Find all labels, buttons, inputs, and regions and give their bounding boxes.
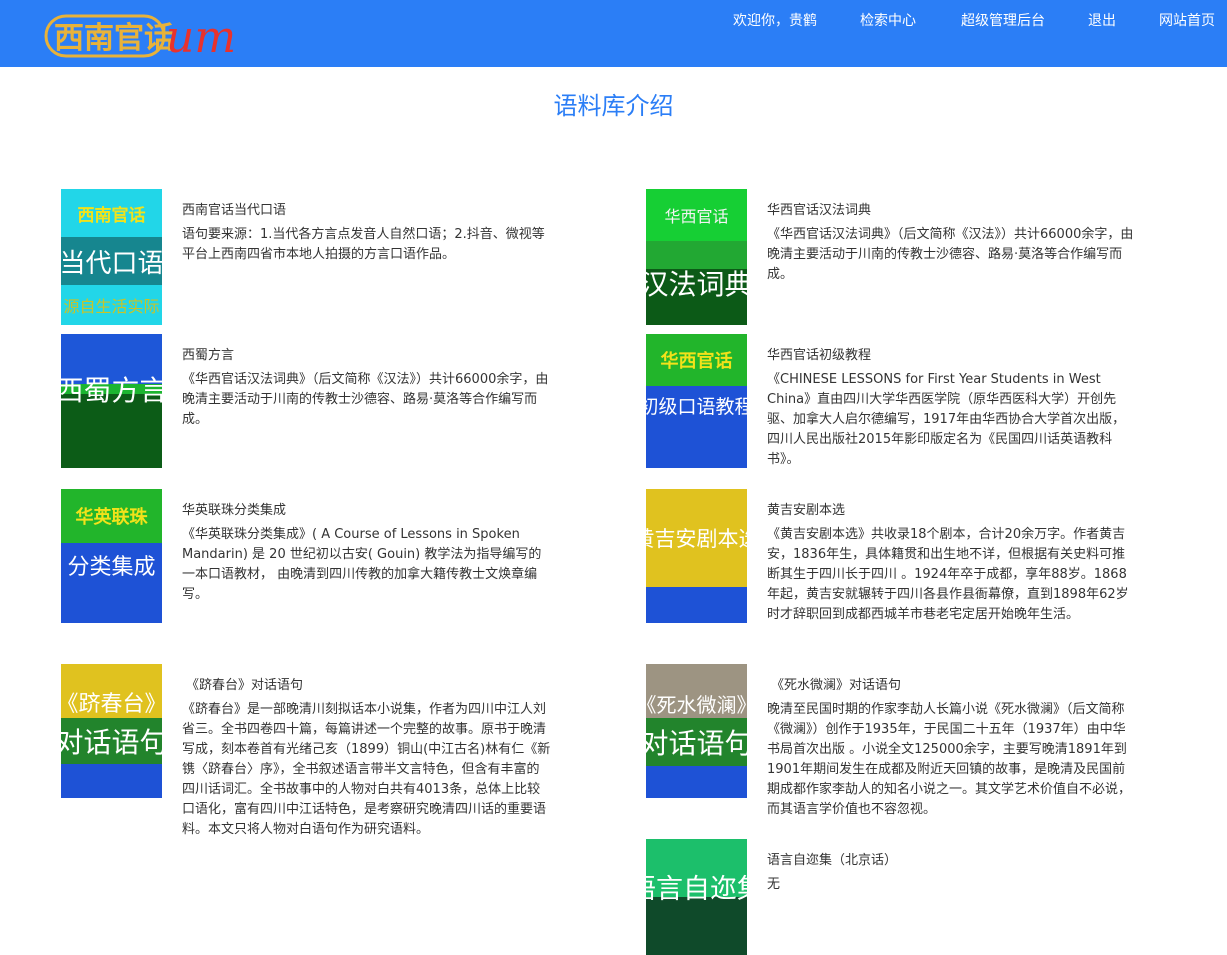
- corpus-description: 《跻春台》是一部晚清川刻拟话本小说集，作者为四川中江人刘省三。全书四卷四十篇，每…: [182, 702, 551, 837]
- corpus-thumbnail[interactable]: 华西官话 汉法词典: [646, 189, 747, 325]
- thumb-line: 初级口语教程: [646, 386, 747, 468]
- nav-welcome-user[interactable]: 欢迎你，贵鹤: [733, 10, 817, 30]
- corpus-card[interactable]: 华英联珠 分类集成 华英联珠分类集成 《华英联珠分类集成》( A Course …: [61, 489, 561, 625]
- thumb-band: [646, 587, 747, 623]
- nav-logout[interactable]: 退出: [1088, 10, 1116, 30]
- nav-site-home[interactable]: 网站首页: [1159, 10, 1215, 30]
- corpus-title[interactable]: 《死水微澜》对话语句: [771, 674, 901, 693]
- corpus-description: 《华西官话汉法词典》（后文简称《汉法》）共计66000余字，由晚清主要活动于川南…: [767, 227, 1134, 282]
- corpus-description: 《CHINESE LESSONS for First Year Students…: [767, 372, 1126, 467]
- thumb-line: 分类集成: [61, 543, 162, 623]
- corpus-description: 无: [767, 877, 781, 892]
- nav-search-center[interactable]: 检索中心: [860, 10, 916, 30]
- corpus-card[interactable]: 黄吉安剧本选 黄吉安剧本选 《黄吉安剧本选》共收录18个剧本，合计20余万字。作…: [646, 489, 1146, 649]
- corpus-description: 《华西官话汉法词典》（后文简称《汉法》）共计66000余字，由晚清主要活动于川南…: [182, 372, 549, 427]
- corpus-description: 《黄吉安剧本选》共收录18个剧本，合计20余万字。作者黄吉安，1836年生，具体…: [767, 527, 1129, 622]
- thumb-line: 西南官话: [61, 189, 162, 237]
- thumb-line: 华英联珠: [61, 489, 162, 543]
- corpus-thumbnail[interactable]: 华西官话 初级口语教程: [646, 334, 747, 468]
- corpus-description: 晚清至民国时期的作家李劼人长篇小说《死水微澜》（后文简称《微澜》）创作于1935…: [767, 702, 1132, 817]
- corpus-thumbnail[interactable]: 华英联珠 分类集成: [61, 489, 162, 623]
- corpus-card[interactable]: 华西官话 初级口语教程 华西官话初级教程 《CHINESE LESSONS fo…: [646, 334, 1146, 484]
- corpus-thumbnail[interactable]: 语言自迩集: [646, 839, 747, 955]
- corpus-thumbnail[interactable]: 西蜀方言: [61, 334, 162, 468]
- corpus-card[interactable]: 西蜀方言 西蜀方言 《华西官话汉法词典》（后文简称《汉法》）共计66000余字，…: [61, 334, 561, 470]
- thumb-line: 《跻春台》: [61, 664, 162, 718]
- corpus-title[interactable]: 西蜀方言: [182, 344, 234, 363]
- thumb-line: 语言自迩集: [646, 873, 747, 905]
- thumb-band: [646, 766, 747, 798]
- corpus-title[interactable]: 华西官话汉法词典: [767, 199, 871, 218]
- thumb-band: [61, 764, 162, 798]
- thumb-line: 黄吉安剧本选: [646, 489, 747, 587]
- corpus-thumbnail[interactable]: 《跻春台》 对话语句: [61, 664, 162, 798]
- site-logo[interactable]: 西南官话 um: [44, 6, 244, 60]
- thumb-line: 华西官话: [646, 334, 747, 386]
- svg-text:西南官话: 西南官话: [54, 21, 174, 56]
- nav-super-admin[interactable]: 超级管理后台: [961, 10, 1045, 30]
- corpus-card[interactable]: 《死水微澜》 对话语句 《死水微澜》对话语句 晚清至民国时期的作家李劼人长篇小说…: [646, 664, 1146, 824]
- corpus-title[interactable]: 华英联珠分类集成: [182, 499, 286, 518]
- corpus-title[interactable]: 西南官话当代口语: [182, 199, 286, 218]
- thumb-line: 《死水微澜》: [646, 664, 747, 718]
- thumb-line: 对话语句: [646, 718, 747, 766]
- corpus-title[interactable]: 黄吉安剧本选: [767, 499, 845, 518]
- corpus-title[interactable]: 华西官话初级教程: [767, 344, 871, 363]
- corpus-thumbnail[interactable]: 《死水微澜》 对话语句: [646, 664, 747, 798]
- corpus-description: 《华英联珠分类集成》( A Course of Lessons in Spoke…: [182, 527, 542, 602]
- corpus-title[interactable]: 《跻春台》对话语句: [186, 674, 303, 693]
- corpus-card[interactable]: 语言自迩集 语言自迩集（北京话） 无: [646, 839, 1146, 955]
- corpus-card[interactable]: 西南官话 当代口语 源自生活实际 西南官话当代口语 语句要来源：1.当代各方言点…: [61, 189, 561, 325]
- thumb-line: 汉法词典: [646, 241, 747, 325]
- corpus-title[interactable]: 语言自迩集（北京话）: [767, 849, 897, 868]
- thumb-line: 当代口语: [61, 237, 162, 285]
- corpus-card[interactable]: 华西官话 汉法词典 华西官话汉法词典 《华西官话汉法词典》（后文简称《汉法》）共…: [646, 189, 1146, 325]
- page-title: 语料库介绍: [553, 92, 674, 120]
- thumb-line: 对话语句: [61, 718, 162, 764]
- corpus-card[interactable]: 《跻春台》 对话语句 《跻春台》对话语句 《跻春台》是一部晚清川刻拟话本小说集，…: [61, 664, 561, 864]
- svg-text:um: um: [166, 12, 236, 60]
- corpus-description: 语句要来源：1.当代各方言点发音人自然口语；2.抖音、微视等平台上西南四省市本地…: [182, 227, 545, 262]
- thumb-line: 源自生活实际: [61, 285, 162, 325]
- corpus-thumbnail[interactable]: 西南官话 当代口语 源自生活实际: [61, 189, 162, 325]
- corpus-thumbnail[interactable]: 黄吉安剧本选: [646, 489, 747, 623]
- thumb-line: 华西官话: [646, 189, 747, 241]
- top-navbar: 西南官话 um 欢迎你，贵鹤 检索中心 超级管理后台 退出 网站首页: [0, 0, 1227, 67]
- thumb-line: 西蜀方言: [61, 374, 162, 407]
